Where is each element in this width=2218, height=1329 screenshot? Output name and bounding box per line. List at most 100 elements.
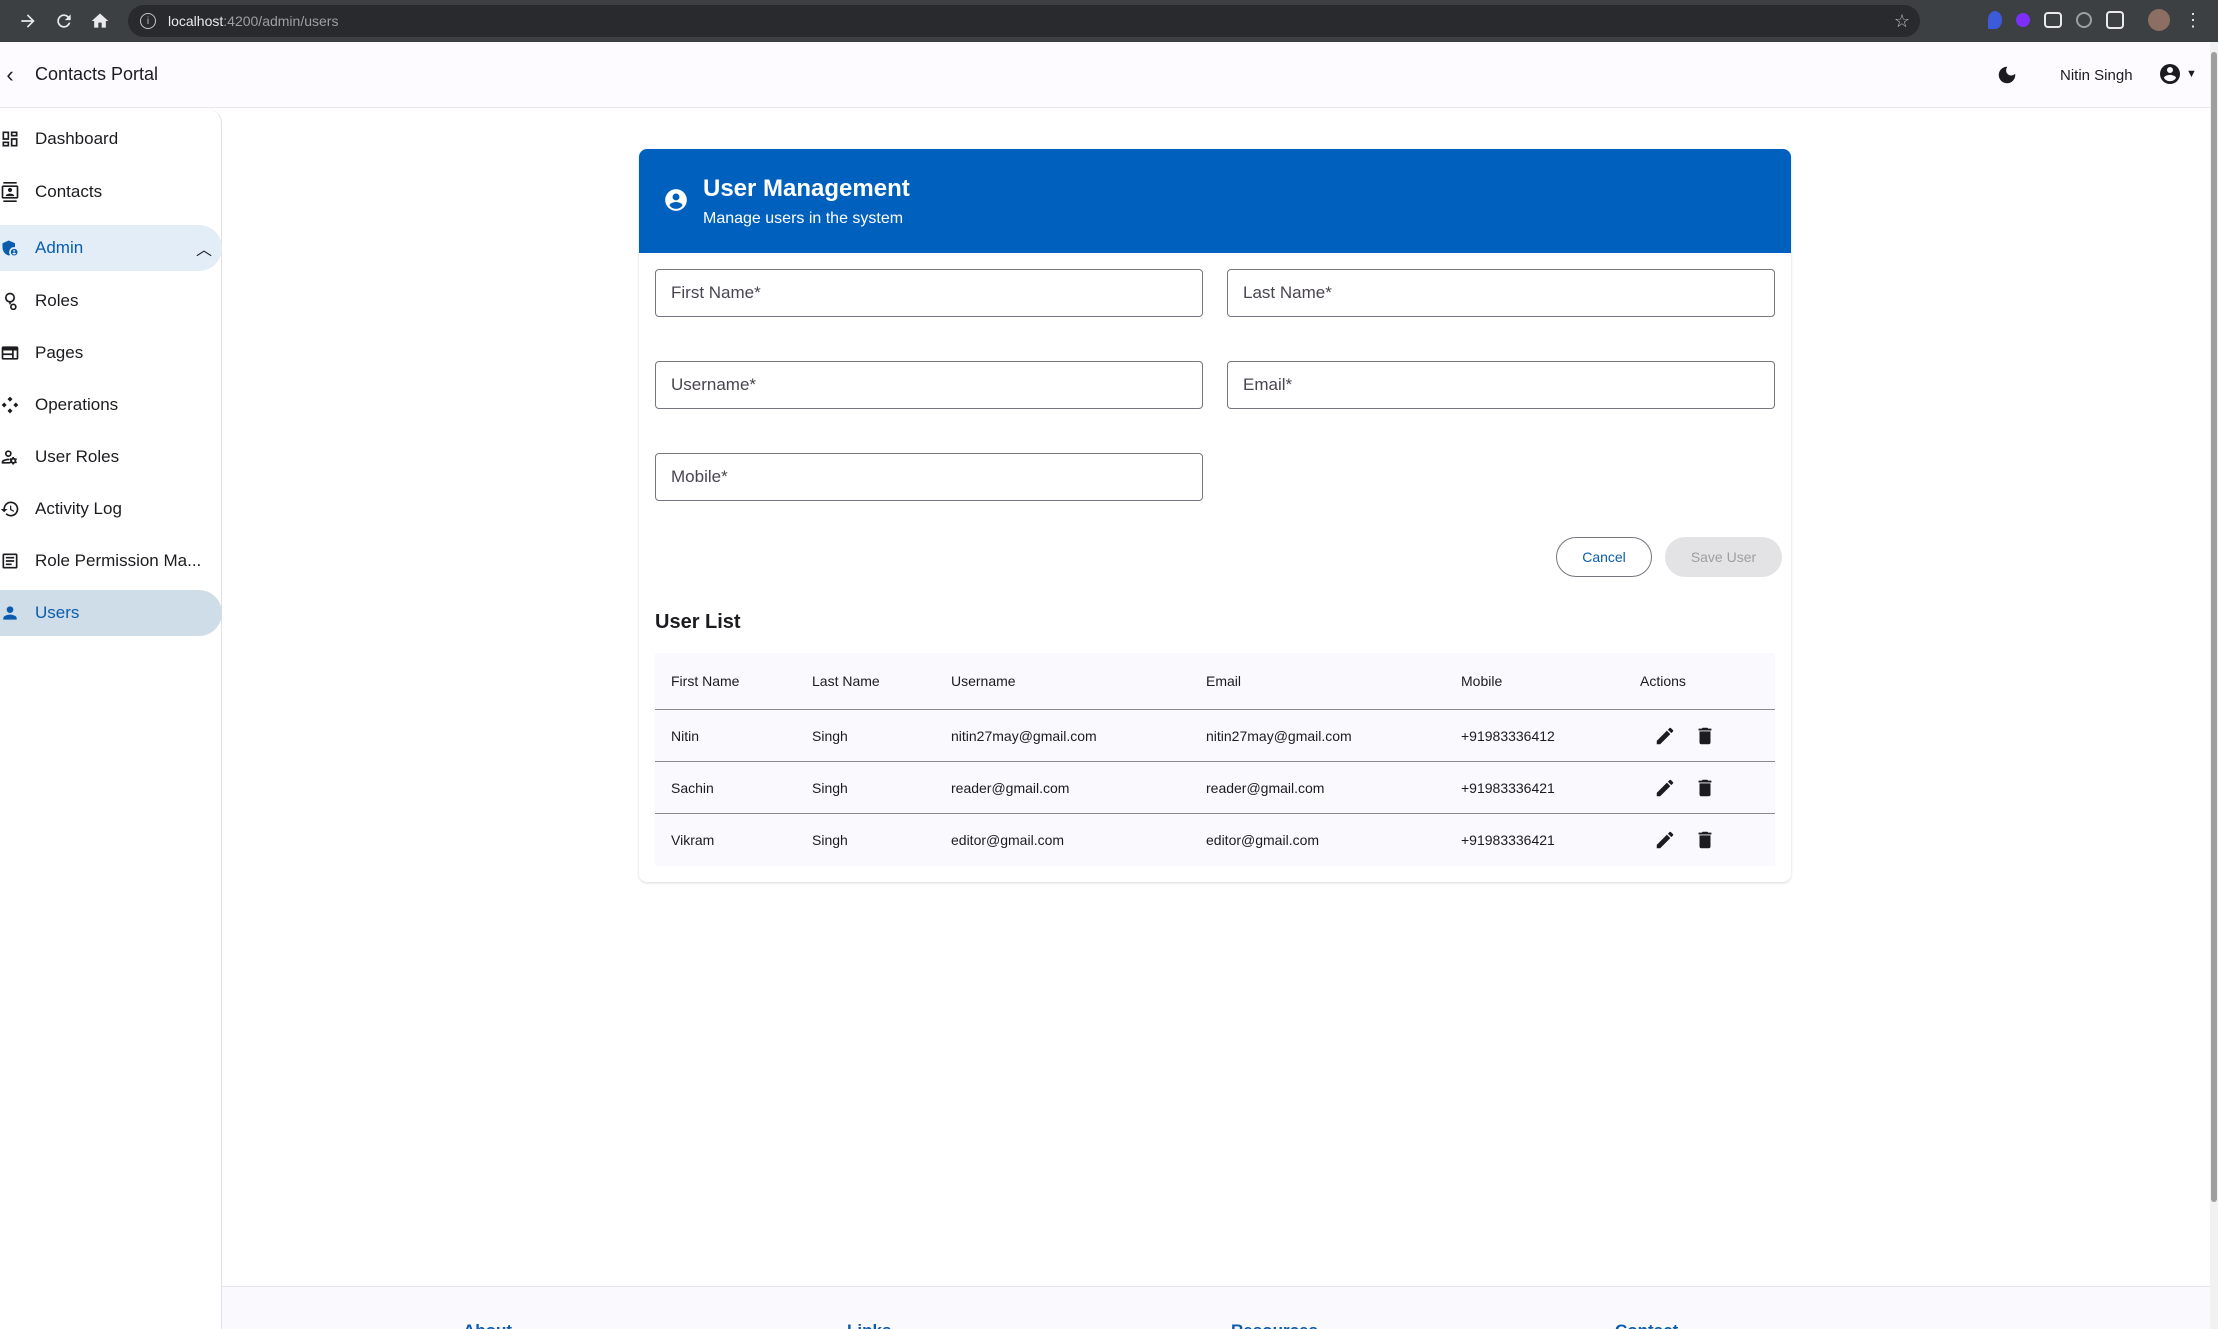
email-input[interactable] bbox=[1228, 362, 1774, 408]
sidebar-item-operations[interactable]: Operations bbox=[0, 382, 222, 428]
column-header: Actions bbox=[1640, 673, 1686, 689]
delete-icon[interactable] bbox=[1691, 826, 1719, 854]
table-row: Sachin Singh reader@gmail.com reader@gma… bbox=[655, 762, 1775, 814]
user-management-card: User Management Manage users in the syst… bbox=[639, 149, 1791, 882]
column-header[interactable]: Mobile bbox=[1461, 653, 1502, 709]
chevron-left-icon[interactable]: ‹ bbox=[0, 62, 20, 88]
first-name-field[interactable] bbox=[655, 269, 1203, 317]
site-info-icon[interactable]: i bbox=[140, 13, 156, 29]
extension-purple-icon[interactable] bbox=[2016, 13, 2030, 27]
save-user-button[interactable]: Save User bbox=[1665, 537, 1782, 577]
cancel-button[interactable]: Cancel bbox=[1556, 537, 1652, 577]
operations-icon bbox=[1, 396, 19, 414]
sidebar-item-roles[interactable]: Roles bbox=[0, 278, 222, 324]
scrollbar-thumb[interactable] bbox=[2211, 52, 2217, 1202]
cell-mobile: +91983336421 bbox=[1461, 832, 1555, 848]
footer-heading-about: About bbox=[463, 1321, 512, 1329]
cell-email: nitin27may@gmail.com bbox=[1206, 727, 1352, 744]
delete-icon[interactable] bbox=[1691, 774, 1719, 802]
sidebar-item-admin[interactable]: Admin ︿ bbox=[0, 225, 222, 271]
cell-mobile: +91983336412 bbox=[1461, 727, 1555, 744]
sidebar-item-activity-log[interactable]: Activity Log bbox=[0, 486, 222, 532]
mobile-input[interactable] bbox=[656, 454, 1202, 500]
page-scrollbar[interactable] bbox=[2210, 42, 2218, 1329]
footer: About Links Resources Contact bbox=[222, 1286, 2210, 1329]
email-field[interactable] bbox=[1227, 361, 1775, 409]
user-list-title: User List bbox=[655, 611, 741, 633]
home-icon[interactable] bbox=[82, 3, 118, 39]
dark-mode-toggle-icon[interactable] bbox=[1996, 64, 2020, 88]
account-circle-icon bbox=[665, 189, 687, 211]
pages-icon bbox=[1, 346, 19, 360]
extension-tab-icon[interactable] bbox=[2044, 12, 2062, 28]
username-input[interactable] bbox=[656, 362, 1202, 408]
edit-icon[interactable] bbox=[1651, 722, 1679, 750]
chevron-up-icon[interactable]: ︿ bbox=[196, 236, 212, 260]
main-content: User Management Manage users in the syst… bbox=[222, 109, 2210, 1329]
cell-last-name: Singh bbox=[812, 727, 848, 744]
sidebar-item-label: Activity Log bbox=[35, 499, 122, 518]
contacts-icon bbox=[1, 182, 19, 202]
sidebar-item-dashboard[interactable]: Dashboard bbox=[0, 116, 222, 162]
admin-icon bbox=[2, 240, 18, 256]
last-name-field[interactable] bbox=[1227, 269, 1775, 317]
edit-icon[interactable] bbox=[1651, 774, 1679, 802]
sidebar-item-label: Operations bbox=[35, 395, 119, 414]
footer-heading-contact: Contact bbox=[1615, 1321, 1678, 1329]
sidebar-item-contacts[interactable]: Contacts bbox=[0, 169, 222, 215]
extension-circle-icon[interactable] bbox=[2076, 12, 2092, 28]
url-text: localhost:4200/admin/users bbox=[168, 13, 339, 29]
forward-icon[interactable] bbox=[10, 3, 46, 39]
page-title: User Management bbox=[703, 175, 910, 202]
cell-username: nitin27may@gmail.com bbox=[951, 727, 1097, 744]
mobile-field[interactable] bbox=[655, 453, 1203, 501]
sidebar-item-label: Users bbox=[35, 603, 80, 622]
sidebar-item-user-roles[interactable]: User Roles bbox=[0, 434, 222, 480]
sidebar-item-label: Dashboard bbox=[35, 129, 119, 148]
browser-toolbar: i localhost:4200/admin/users ☆ ⋮ bbox=[0, 0, 2218, 42]
column-header[interactable]: Email bbox=[1206, 653, 1241, 709]
user-roles-icon bbox=[1, 450, 17, 465]
caret-down-icon: ▼ bbox=[2186, 68, 2197, 80]
table-header-row: First Name Last Name Username Email Mobi… bbox=[655, 653, 1775, 710]
table-row: Nitin Singh nitin27may@gmail.com nitin27… bbox=[655, 710, 1775, 762]
card-header: User Management Manage users in the syst… bbox=[639, 149, 1791, 253]
sidebar-item-label: Contacts bbox=[35, 182, 103, 201]
delete-icon[interactable] bbox=[1691, 722, 1719, 750]
sidebar: Dashboard Contacts Admin ︿ Roles Pages O… bbox=[0, 109, 222, 1329]
reload-icon[interactable] bbox=[46, 3, 82, 39]
page-subtitle: Manage users in the system bbox=[703, 210, 904, 227]
browser-menu-icon[interactable]: ⋮ bbox=[2184, 10, 2202, 31]
cell-username: reader@gmail.com bbox=[951, 779, 1070, 796]
sidebar-item-users[interactable]: Users bbox=[0, 590, 222, 636]
username-field[interactable] bbox=[655, 361, 1203, 409]
edit-icon[interactable] bbox=[1651, 826, 1679, 854]
first-name-input[interactable] bbox=[656, 270, 1202, 316]
list-icon bbox=[2, 553, 18, 569]
extension-pin-icon[interactable] bbox=[1988, 11, 2002, 29]
sidebar-item-label: Admin bbox=[35, 238, 84, 257]
sidebar-item-label: Roles bbox=[35, 291, 79, 310]
column-header[interactable]: Last Name bbox=[812, 653, 880, 709]
column-header[interactable]: First Name bbox=[671, 653, 739, 709]
cell-first-name: Sachin bbox=[671, 779, 714, 796]
sidebar-item-role-permission[interactable]: Role Permission Ma... bbox=[0, 538, 222, 584]
address-bar[interactable]: i localhost:4200/admin/users ☆ bbox=[128, 5, 1920, 37]
account-circle-icon bbox=[2160, 64, 2180, 84]
roles-icon bbox=[5, 292, 17, 311]
footer-heading-links: Links bbox=[847, 1321, 891, 1329]
sidebar-item-label: Role Permission Ma... bbox=[35, 551, 202, 570]
column-header[interactable]: Username bbox=[951, 653, 1016, 709]
cell-email: reader@gmail.com bbox=[1206, 779, 1325, 796]
dashboard-icon bbox=[2, 131, 18, 147]
user-table: First Name Last Name Username Email Mobi… bbox=[655, 653, 1775, 866]
profile-avatar[interactable] bbox=[2148, 9, 2170, 31]
last-name-input[interactable] bbox=[1228, 270, 1774, 316]
extensions-puzzle-icon[interactable] bbox=[2106, 11, 2124, 29]
user-name: Nitin Singh bbox=[2060, 67, 2133, 84]
cell-last-name: Singh bbox=[812, 832, 848, 848]
cell-email: editor@gmail.com bbox=[1206, 832, 1320, 848]
bookmark-star-icon[interactable]: ☆ bbox=[1894, 11, 1910, 32]
sidebar-item-pages[interactable]: Pages bbox=[0, 330, 222, 376]
account-menu-button[interactable]: ▼ bbox=[2158, 62, 2197, 86]
